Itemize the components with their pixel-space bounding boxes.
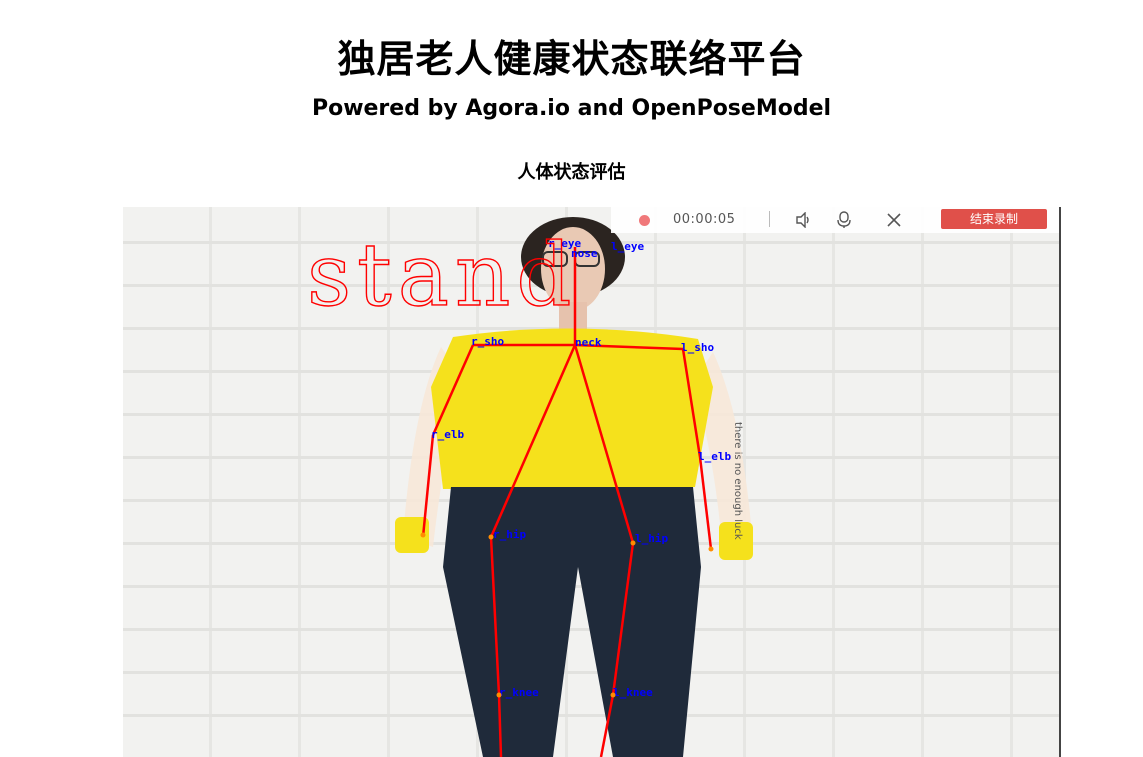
keypoint-r-knee bbox=[496, 692, 502, 698]
screen-recorder-bar: 00:00:05 结束录制 bbox=[611, 207, 1059, 233]
page-title: 独居老人健康状态联络平台 bbox=[337, 37, 806, 81]
label-r-sho: r_sho bbox=[471, 335, 504, 348]
sleeve-text: there is no enough luck bbox=[732, 422, 743, 540]
stop-recording-button[interactable]: 结束录制 bbox=[941, 209, 1047, 229]
page: 独居老人健康状态联络平台 Powered by Agora.io and Ope… bbox=[0, 0, 1143, 757]
label-r-hip: r_hip bbox=[493, 528, 526, 541]
label-neck: neck bbox=[575, 336, 602, 349]
pose-label: stand bbox=[307, 226, 577, 326]
label-l-sho: l_sho bbox=[681, 341, 714, 354]
section-title: 人体状态评估 bbox=[517, 162, 626, 183]
keypoint-r-wrist bbox=[420, 532, 426, 538]
keypoint-l-hip bbox=[630, 540, 636, 546]
divider bbox=[769, 211, 770, 227]
pose-video-frame: r_eye l_eye nose r_sho neck l_sho r_elb … bbox=[123, 207, 1061, 757]
jeans bbox=[443, 487, 701, 757]
label-l-knee: l_knee bbox=[613, 686, 653, 699]
speaker-icon[interactable] bbox=[793, 209, 815, 231]
label-l-hip: l_hip bbox=[635, 532, 668, 545]
keypoint-r-hip bbox=[488, 534, 494, 540]
label-r-knee: r_knee bbox=[499, 686, 539, 699]
bone-lelb-lwri bbox=[698, 456, 713, 550]
page-subtitle: Powered by Agora.io and OpenPoseModel bbox=[311, 96, 832, 121]
close-icon[interactable] bbox=[883, 209, 905, 231]
recording-dot-icon bbox=[639, 215, 650, 226]
keypoint-l-knee bbox=[610, 692, 616, 698]
label-r-elb: r_elb bbox=[431, 428, 464, 441]
keypoint-l-wrist bbox=[708, 546, 714, 552]
microphone-icon[interactable] bbox=[833, 209, 855, 231]
pose-overlay: r_eye l_eye nose r_sho neck l_sho r_elb … bbox=[306, 217, 753, 757]
recording-timer: 00:00:05 bbox=[673, 212, 736, 227]
label-l-elb: l_elb bbox=[698, 450, 731, 463]
label-l-eye: l_eye bbox=[611, 240, 644, 253]
